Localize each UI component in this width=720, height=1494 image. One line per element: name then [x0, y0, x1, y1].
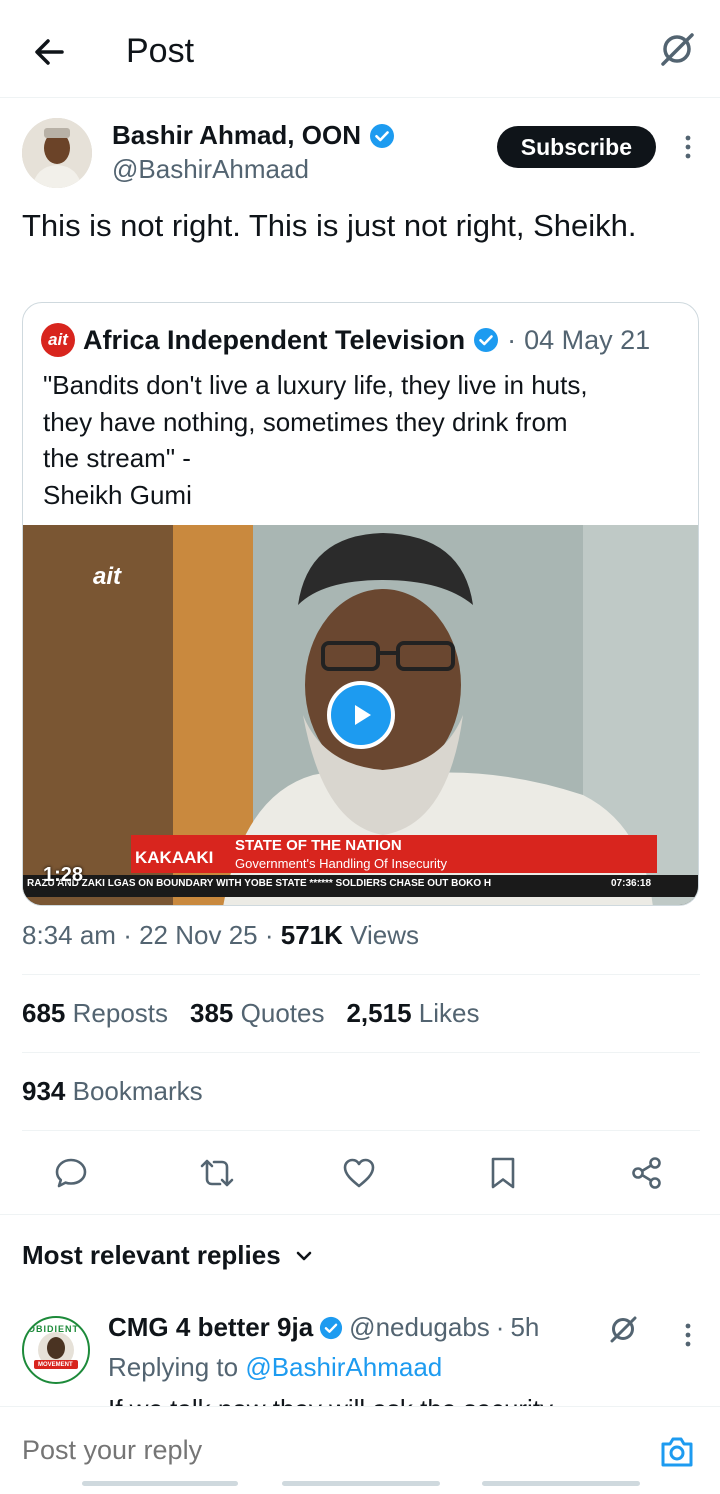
author-handle[interactable]: @BashirAhmaad: [112, 154, 309, 185]
camera-button[interactable]: [658, 1433, 696, 1471]
separator: ·: [495, 1312, 505, 1342]
reply-author-name[interactable]: CMG 4 better 9ja: [108, 1312, 313, 1343]
engagement-stats: 685 Reposts 385 Quotes 2,515 Likes: [22, 998, 479, 1029]
grok-button[interactable]: [656, 28, 698, 70]
heart-icon: [343, 1158, 375, 1188]
ticker-clock: 07:36:18: [611, 878, 652, 889]
verified-badge-icon: [474, 328, 499, 352]
avatar-text-bottom: MOVEMENT: [38, 1362, 73, 1368]
replying-to-mention[interactable]: @BashirAhmaad: [245, 1352, 442, 1382]
replying-to-prefix: Replying to: [108, 1352, 239, 1382]
camera-icon: [661, 1437, 693, 1467]
repost-icon: [200, 1159, 234, 1187]
play-button[interactable]: [327, 681, 395, 749]
grok-icon: [661, 33, 694, 66]
back-button[interactable]: [28, 30, 72, 74]
reply-input[interactable]: [22, 1435, 622, 1466]
quoted-text-line: "Bandits don't live a luxury life, they …: [43, 370, 588, 400]
post-text: This is not right. This is just not righ…: [22, 208, 637, 243]
divider: [22, 974, 700, 975]
quotes-stat[interactable]: 385 Quotes: [190, 998, 324, 1029]
author-name[interactable]: Bashir Ahmad, OON: [112, 120, 361, 151]
video-duration: 1:28: [43, 864, 84, 886]
more-vertical-icon: [685, 135, 691, 159]
divider: [22, 1130, 700, 1131]
bookmark-button[interactable]: [478, 1148, 528, 1198]
replies-sort-label: Most relevant replies: [22, 1240, 281, 1270]
replies-sort-dropdown[interactable]: Most relevant replies: [22, 1240, 313, 1271]
top-bar: Post: [0, 0, 720, 98]
reply-author-avatar[interactable]: OBIDIENT MOVEMENT: [22, 1316, 90, 1384]
separator: ·: [264, 920, 274, 950]
post-time: 8:34 am: [22, 920, 116, 950]
program-label: KAKAAKI: [135, 848, 214, 867]
author-avatar[interactable]: [22, 118, 92, 188]
bookmarks-stats: 934 Bookmarks: [22, 1076, 203, 1107]
channel-bug: ait: [93, 563, 122, 590]
views-label: Views: [350, 920, 420, 950]
quoted-text-line: they have nothing, sometimes they drink …: [43, 406, 568, 437]
quoted-author-avatar: ait: [41, 323, 75, 357]
play-icon: [355, 705, 371, 725]
grok-icon: [610, 1316, 637, 1343]
avatar-photo: [22, 118, 92, 188]
share-button[interactable]: [622, 1148, 672, 1198]
scroll-indicator: [82, 1481, 238, 1486]
more-options-button[interactable]: [678, 132, 698, 162]
bookmark-icon: [491, 1157, 515, 1189]
reply-author-handle[interactable]: @nedugabs: [349, 1312, 490, 1343]
quoted-post-header: ait Africa Independent Television · 04 M…: [41, 323, 650, 357]
repost-button[interactable]: [192, 1148, 242, 1198]
more-vertical-icon: [685, 1323, 691, 1347]
quoted-text-line: the stream" -: [43, 443, 191, 473]
quoted-author-name: Africa Independent Television: [83, 324, 466, 355]
reply-time: 5h: [510, 1312, 540, 1342]
news-ticker: RAZU AND ZAKI LGAS ON BOUNDARY WITH YOBE…: [27, 878, 492, 889]
reposts-stat[interactable]: 685 Reposts: [22, 998, 168, 1029]
verified-badge-icon: [320, 1316, 343, 1339]
reply-button[interactable]: [46, 1148, 96, 1198]
replying-to: Replying to @BashirAhmaad: [108, 1352, 442, 1383]
post-date: 22 Nov 25: [139, 920, 258, 950]
separator: ·: [123, 920, 132, 950]
separator: ·: [507, 324, 517, 355]
video-player[interactable]: ait KAKAAKI STATE OF THE NATION Governme…: [23, 525, 698, 905]
bookmarks-stat[interactable]: 934 Bookmarks: [22, 1076, 203, 1107]
reply-author: CMG 4 better 9ja @nedugabs · 5h: [108, 1312, 539, 1343]
likes-stat[interactable]: 2,515 Likes: [346, 998, 479, 1029]
reply-composer: [0, 1406, 720, 1494]
divider: [22, 1052, 700, 1053]
quoted-post-text: "Bandits don't live a luxury life, they …: [43, 367, 683, 513]
chevron-down-icon: [296, 1251, 311, 1260]
subscribe-button[interactable]: Subscribe: [496, 126, 656, 168]
page-title: Post: [126, 32, 195, 70]
quoted-post-date: 04 May 21: [524, 324, 651, 355]
scroll-indicator: [482, 1481, 640, 1486]
banner-subtitle: Government's Handling Of Insecurity: [235, 856, 448, 871]
arrow-left-icon: [35, 39, 64, 65]
post-author: Bashir Ahmad, OON @BashirAhmaad Subscrib…: [22, 116, 698, 196]
avatar-text-top: OBIDIENT: [28, 1324, 80, 1334]
reply-grok-button[interactable]: [606, 1312, 640, 1346]
reply-icon: [55, 1158, 87, 1188]
action-bar: [22, 1148, 700, 1198]
reply-more-button[interactable]: [678, 1320, 698, 1350]
scroll-indicator: [282, 1481, 440, 1486]
like-button[interactable]: [334, 1148, 384, 1198]
views-count: 571K: [280, 920, 343, 950]
verified-badge-icon: [369, 123, 394, 148]
reply-item[interactable]: OBIDIENT MOVEMENT CMG 4 better 9ja @nedu…: [22, 1302, 698, 1412]
quoted-text-line: Sheikh Gumi: [43, 479, 192, 510]
divider: [0, 1214, 720, 1215]
quoted-post[interactable]: ait Africa Independent Television · 04 M…: [22, 302, 699, 906]
share-icon: [632, 1157, 661, 1189]
banner-title: STATE OF THE NATION: [235, 837, 402, 854]
post-meta: 8:34 am · 22 Nov 25 · 571K Views: [22, 920, 419, 951]
